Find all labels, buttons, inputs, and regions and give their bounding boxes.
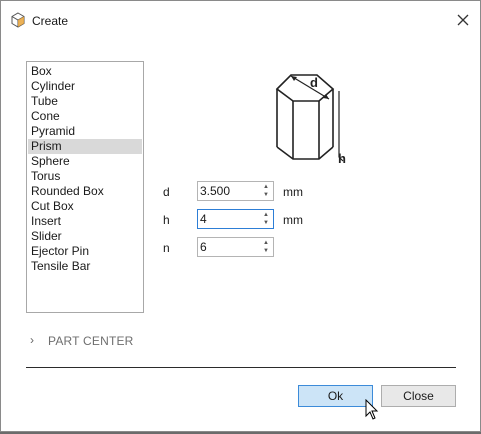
list-item-tube[interactable]: Tube (28, 94, 142, 109)
n-down-icon[interactable]: ▼ (262, 248, 270, 255)
list-item-insert[interactable]: Insert (28, 214, 142, 229)
title-bar: Create (1, 1, 480, 39)
list-item-cut-box[interactable]: Cut Box (28, 199, 142, 214)
n-stepper[interactable]: ▲ ▼ (197, 237, 274, 257)
h-down-icon[interactable]: ▼ (262, 220, 270, 227)
h-stepper[interactable]: ▲ ▼ (197, 209, 274, 229)
list-item-ejector-pin[interactable]: Ejector Pin (28, 244, 142, 259)
list-item-prism[interactable]: Prism (28, 139, 142, 154)
mouse-cursor-icon (365, 399, 379, 420)
list-item-rounded-box[interactable]: Rounded Box (28, 184, 142, 199)
h-input[interactable] (200, 212, 258, 226)
unit-d: mm (283, 185, 303, 199)
h-up-icon[interactable]: ▲ (262, 212, 270, 219)
cube-app-icon (11, 12, 25, 28)
divider (26, 367, 456, 368)
list-item-box[interactable]: Box (28, 64, 142, 79)
chevron-right-icon: › (30, 333, 34, 347)
list-item-tensile-bar[interactable]: Tensile Bar (28, 259, 142, 274)
list-item-slider[interactable]: Slider (28, 229, 142, 244)
d-input[interactable] (200, 184, 258, 198)
unit-h: mm (283, 213, 303, 227)
list-item-torus[interactable]: Torus (28, 169, 142, 184)
window-title: Create (32, 14, 69, 28)
close-icon[interactable] (456, 13, 470, 27)
list-item-cone[interactable]: Cone (28, 109, 142, 124)
d-down-icon[interactable]: ▼ (262, 192, 270, 199)
close-button[interactable]: Close (381, 385, 456, 407)
list-item-pyramid[interactable]: Pyramid (28, 124, 142, 139)
d-up-icon[interactable]: ▲ (262, 184, 270, 191)
diagram-label-d: d (310, 75, 318, 90)
param-label-n: n (163, 241, 170, 255)
n-up-icon[interactable]: ▲ (262, 240, 270, 247)
n-input[interactable] (200, 240, 258, 254)
diagram-label-h: h (338, 151, 346, 166)
param-label-h: h (163, 213, 170, 227)
part-center-label: PART CENTER (48, 334, 134, 348)
shape-list[interactable]: Box Cylinder Tube Cone Pyramid Prism Sph… (26, 61, 144, 313)
param-label-d: d (163, 185, 170, 199)
list-item-cylinder[interactable]: Cylinder (28, 79, 142, 94)
prism-diagram: d h (275, 74, 346, 166)
ok-button[interactable]: Ok (298, 385, 373, 407)
d-stepper[interactable]: ▲ ▼ (197, 181, 274, 201)
create-dialog: Create Box Cylinder Tube Cone Pyramid Pr… (0, 0, 481, 432)
list-item-sphere[interactable]: Sphere (28, 154, 142, 169)
